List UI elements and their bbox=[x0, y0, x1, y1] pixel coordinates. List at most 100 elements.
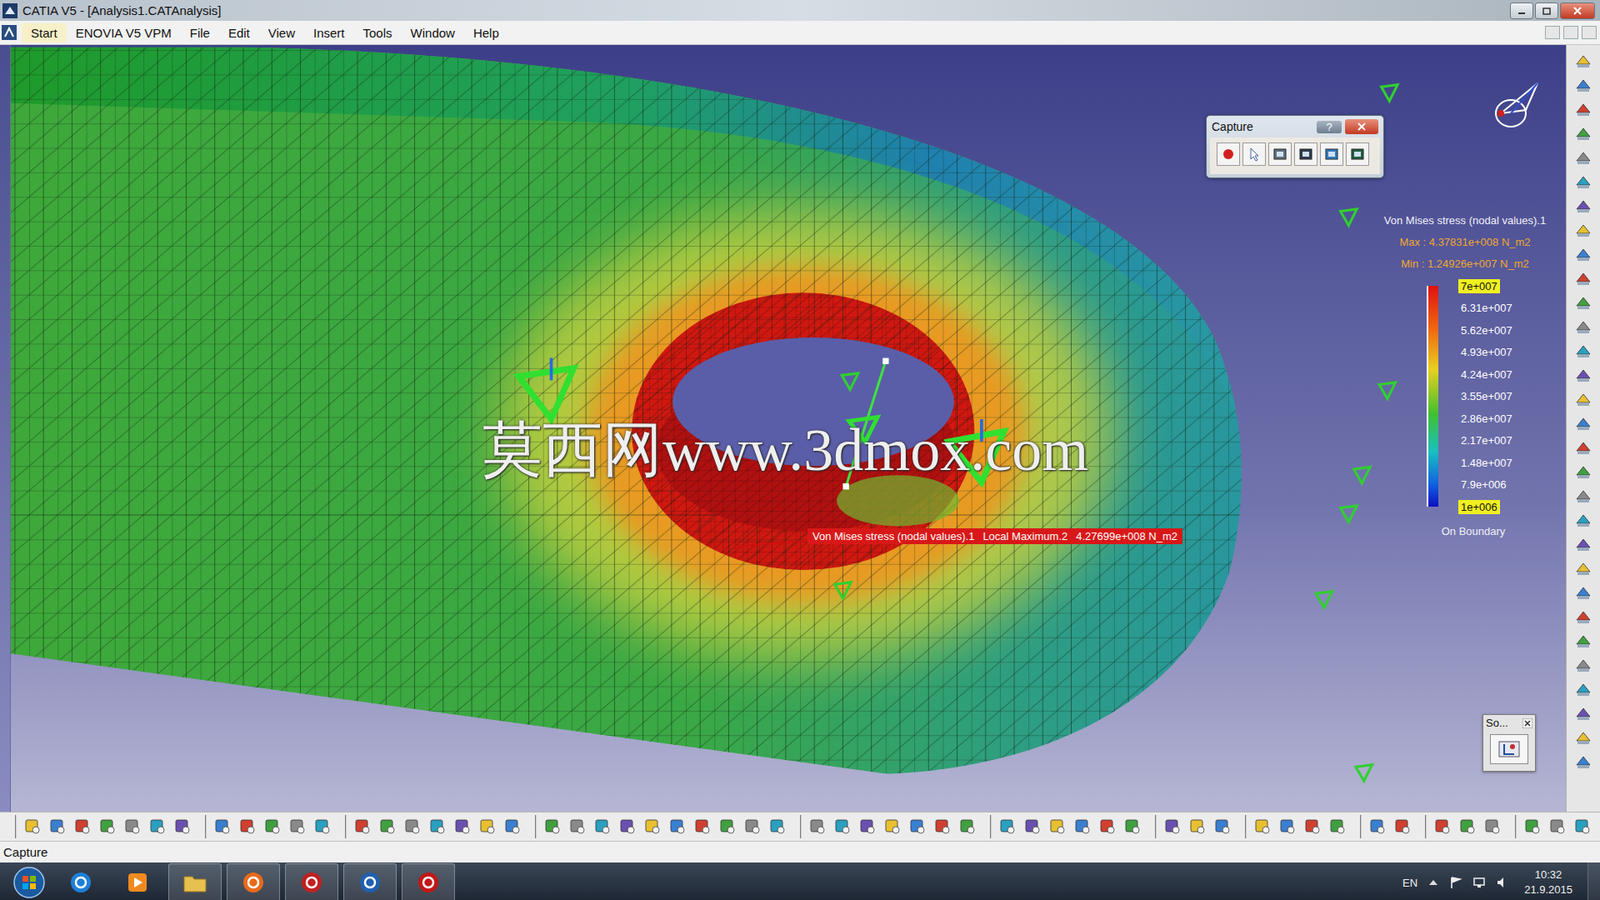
flag-icon[interactable] bbox=[1449, 875, 1463, 890]
toolbar-button[interactable] bbox=[1481, 815, 1504, 839]
toolbar-button[interactable] bbox=[1571, 219, 1595, 241]
doc-minimize-button[interactable] bbox=[1545, 25, 1560, 40]
toolbar-button[interactable] bbox=[1021, 815, 1044, 839]
toolbar-button[interactable] bbox=[1571, 702, 1595, 725]
toolbar-button[interactable] bbox=[1121, 815, 1144, 839]
local-maximum-label[interactable]: Von Mises stress (nodal values).1Local M… bbox=[807, 528, 1183, 545]
toolbar-button[interactable] bbox=[1571, 50, 1595, 72]
toolbar-button[interactable] bbox=[1571, 291, 1595, 314]
toolbar-button[interactable] bbox=[501, 815, 524, 839]
menu-item[interactable]: View bbox=[259, 23, 305, 43]
mini-toolbar[interactable]: So... bbox=[1482, 714, 1536, 772]
toolbar-button[interactable] bbox=[1571, 98, 1595, 120]
toolbar-button[interactable] bbox=[566, 815, 589, 839]
close-icon[interactable] bbox=[1522, 718, 1533, 729]
3d-viewport[interactable]: 莫西网www.3dmox.com Von Mises stress (nodal… bbox=[10, 45, 1566, 812]
doc-close-button[interactable] bbox=[1581, 25, 1597, 40]
toolbar-button[interactable] bbox=[831, 815, 854, 839]
minimize-button[interactable] bbox=[1510, 2, 1534, 20]
toolbar-button[interactable] bbox=[1046, 815, 1069, 839]
toolbar-button[interactable] bbox=[46, 815, 69, 839]
toolbar-button[interactable] bbox=[766, 815, 789, 839]
toolbar-button[interactable] bbox=[1571, 146, 1595, 169]
toolbar-button[interactable] bbox=[21, 815, 44, 839]
toolbar-button[interactable] bbox=[1301, 815, 1324, 839]
capture-tool-button[interactable] bbox=[1345, 142, 1370, 166]
toolbar-button[interactable] bbox=[541, 815, 564, 839]
capture-tool-button[interactable] bbox=[1268, 142, 1292, 166]
toolbar-button[interactable] bbox=[351, 815, 374, 839]
toolbar-button[interactable] bbox=[1571, 122, 1595, 145]
toolbar-button[interactable] bbox=[1186, 815, 1209, 839]
toolbar-button[interactable] bbox=[1366, 815, 1389, 839]
toolbar-button[interactable] bbox=[236, 815, 259, 839]
clock[interactable]: 10:32 21.9.2015 bbox=[1519, 867, 1578, 898]
close-button[interactable] bbox=[1560, 2, 1595, 20]
toolbar-button[interactable] bbox=[1571, 436, 1595, 459]
toolbar-button[interactable] bbox=[616, 815, 639, 839]
taskbar-app[interactable] bbox=[111, 864, 164, 900]
toolbar-button[interactable] bbox=[1546, 815, 1569, 839]
toolbar-button[interactable] bbox=[1276, 815, 1299, 839]
toolbar-button[interactable] bbox=[1251, 815, 1274, 839]
toolbar-button[interactable] bbox=[376, 815, 399, 839]
menu-item[interactable]: Start bbox=[21, 23, 67, 43]
taskbar-app[interactable] bbox=[168, 863, 222, 900]
toolbar-button[interactable] bbox=[1571, 630, 1595, 652]
taskbar-app[interactable] bbox=[343, 863, 397, 900]
toolbar-button[interactable] bbox=[71, 815, 94, 839]
menu-item[interactable]: File bbox=[180, 23, 220, 43]
toolbar-button[interactable] bbox=[1571, 364, 1595, 386]
toolbar-button[interactable] bbox=[1326, 815, 1349, 839]
toolbar-button[interactable] bbox=[1391, 815, 1414, 839]
toolbar-button[interactable] bbox=[146, 815, 169, 839]
toolbar-button[interactable] bbox=[666, 815, 689, 839]
toolbar-button[interactable] bbox=[641, 815, 664, 839]
toolbar-button[interactable] bbox=[591, 815, 614, 839]
close-button[interactable] bbox=[1345, 119, 1379, 135]
toolbar-button[interactable] bbox=[1571, 815, 1594, 839]
toolbar-button[interactable] bbox=[1161, 815, 1184, 839]
toolbar-button[interactable] bbox=[1096, 815, 1119, 839]
toolbar-button[interactable] bbox=[96, 815, 119, 839]
toolbar-button[interactable] bbox=[1431, 815, 1454, 839]
toolbar-button[interactable] bbox=[1571, 243, 1595, 265]
taskbar-app[interactable] bbox=[226, 863, 280, 900]
menu-item[interactable]: Tools bbox=[354, 23, 402, 43]
capture-tool-button[interactable] bbox=[1320, 142, 1344, 166]
menu-item[interactable]: Window bbox=[401, 23, 465, 43]
toolbar-button[interactable] bbox=[931, 815, 954, 839]
toolbar-button[interactable] bbox=[881, 815, 904, 839]
toolbar-button[interactable] bbox=[261, 815, 284, 839]
toolbar-button[interactable] bbox=[806, 815, 829, 839]
toolbar-button[interactable] bbox=[856, 815, 879, 839]
toolbar-button[interactable] bbox=[426, 815, 449, 839]
capture-toolbar[interactable]: Capture ? bbox=[1205, 115, 1385, 179]
maximize-button[interactable] bbox=[1535, 2, 1559, 20]
toolbar-button[interactable] bbox=[451, 815, 474, 839]
toolbar-button[interactable] bbox=[1571, 654, 1595, 676]
toolbar-button[interactable] bbox=[906, 815, 929, 839]
toolbar-button[interactable] bbox=[1571, 605, 1595, 628]
show-desktop-button[interactable] bbox=[1587, 862, 1600, 900]
toolbar-button[interactable] bbox=[211, 815, 234, 839]
taskbar-app[interactable] bbox=[285, 863, 339, 900]
toolbar-button[interactable] bbox=[1571, 170, 1595, 193]
toolbar-button[interactable] bbox=[996, 815, 1019, 839]
toolbar-button[interactable] bbox=[1571, 340, 1595, 362]
language-indicator[interactable]: EN bbox=[1402, 876, 1418, 890]
toolbar-button[interactable] bbox=[1571, 460, 1595, 483]
toolbar-button[interactable] bbox=[1571, 195, 1595, 217]
toolbar-button[interactable] bbox=[1571, 509, 1595, 531]
volume-icon[interactable] bbox=[1495, 875, 1510, 890]
menu-item[interactable]: Edit bbox=[219, 23, 260, 43]
menu-item[interactable]: ENOVIA V5 VPM bbox=[66, 23, 181, 43]
toolbar-button[interactable] bbox=[1571, 388, 1595, 410]
toolbar-button[interactable] bbox=[476, 815, 499, 839]
toolbar-button[interactable] bbox=[401, 815, 424, 839]
toolbar-button[interactable] bbox=[716, 815, 739, 839]
toolbar-button[interactable] bbox=[1211, 815, 1234, 839]
toolbar-button[interactable] bbox=[1571, 533, 1595, 555]
toolbar-button[interactable] bbox=[741, 815, 764, 839]
toolbar-button[interactable] bbox=[1571, 581, 1595, 604]
